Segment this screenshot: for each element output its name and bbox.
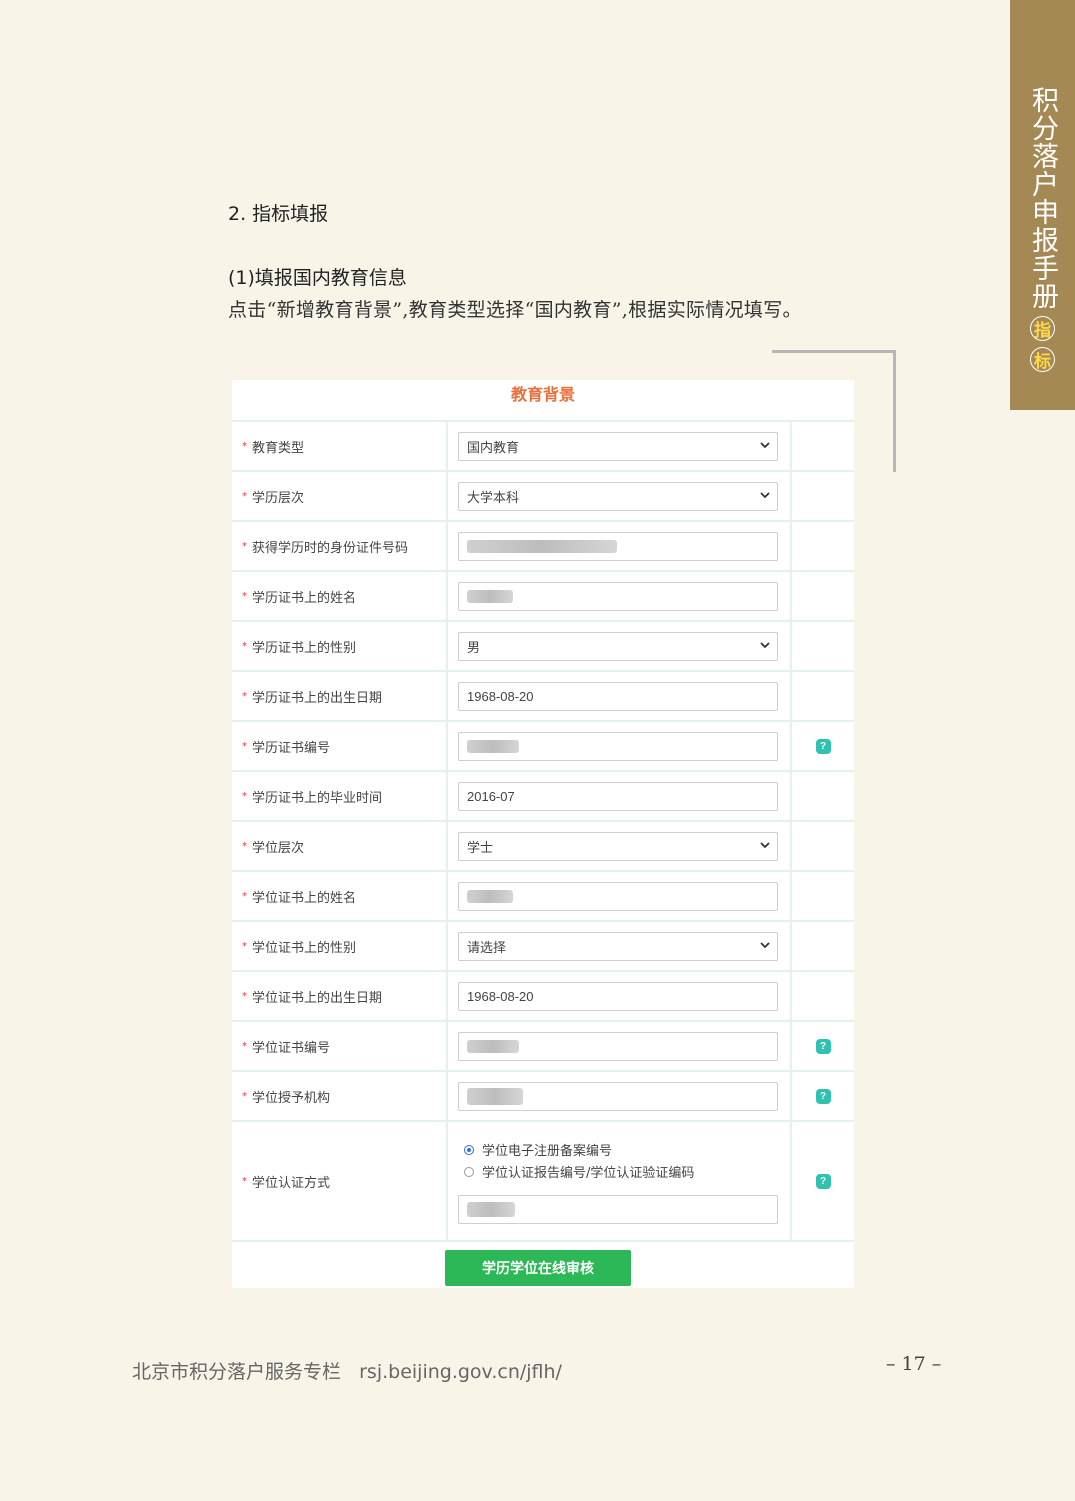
field-label: 学位证书上的出生日期 xyxy=(252,990,383,1006)
chevron-down-icon xyxy=(760,491,770,498)
field-label: 学位证书编号 xyxy=(252,1040,331,1056)
required-mark: * xyxy=(242,890,247,902)
redacted-value xyxy=(467,589,513,603)
badge-zhi: 指 xyxy=(1030,316,1055,341)
row-degree-birthdate: * 学位证书上的出生日期 1968-08-20 xyxy=(232,972,854,1022)
required-mark: * xyxy=(242,490,247,502)
decorative-line xyxy=(893,350,896,472)
field-label: 学位认证方式 xyxy=(252,1175,331,1191)
field-label: 学位证书上的性别 xyxy=(252,940,357,956)
field-label: 学历证书上的出生日期 xyxy=(252,690,383,706)
field-label: 学历证书上的姓名 xyxy=(252,590,357,606)
id-number-input[interactable] xyxy=(458,531,778,561)
subsection-heading: (1)填报国内教育信息 xyxy=(228,267,407,289)
cert-number-input[interactable] xyxy=(458,1194,778,1224)
graduation-date-input[interactable]: 2016-07 xyxy=(458,781,778,811)
radio-unselected-icon xyxy=(464,1166,474,1177)
row-diploma-gender: * 学历证书上的性别 男 xyxy=(232,622,854,672)
required-mark: * xyxy=(242,940,247,952)
field-label: 学位授予机构 xyxy=(252,1090,331,1106)
row-education-type: * 教育类型 国内教育 xyxy=(232,422,854,472)
chevron-down-icon xyxy=(760,841,770,848)
field-label: 学位证书上的姓名 xyxy=(252,890,357,906)
degree-name-input[interactable] xyxy=(458,881,778,911)
required-mark: * xyxy=(242,690,247,702)
field-label: 获得学历时的身份证件号码 xyxy=(252,540,409,556)
row-degree-number: * 学位证书编号 ? xyxy=(232,1022,854,1072)
required-mark: * xyxy=(242,640,247,652)
radio-electronic-registration[interactable]: 学位电子注册备案编号 xyxy=(458,1139,790,1161)
required-mark: * xyxy=(242,990,247,1002)
decorative-line xyxy=(772,350,896,353)
online-verify-button[interactable]: 学历学位在线审核 xyxy=(445,1250,631,1286)
diploma-name-input[interactable] xyxy=(458,581,778,611)
help-icon[interactable]: ? xyxy=(815,1173,831,1189)
row-graduation-date: * 学历证书上的毕业时间 2016-07 xyxy=(232,772,854,822)
footer-text: 北京市积分落户服务专栏 rsj.beijing.gov.cn/jflh/ xyxy=(132,1361,562,1383)
diploma-number-input[interactable] xyxy=(458,731,778,761)
form-title: 教育背景 xyxy=(232,380,854,422)
row-cert-method: * 学位认证方式 学位电子注册备案编号 学位认证报告编号/学位认证验证编码 ? xyxy=(232,1122,854,1242)
row-diploma-name: * 学历证书上的姓名 xyxy=(232,572,854,622)
redacted-value xyxy=(467,539,617,553)
required-mark: * xyxy=(242,590,247,602)
field-label: 学位层次 xyxy=(252,840,305,856)
redacted-value xyxy=(467,1039,519,1053)
help-icon[interactable]: ? xyxy=(815,1038,831,1054)
required-mark: * xyxy=(242,1175,247,1187)
required-mark: * xyxy=(242,740,247,752)
diploma-birthdate-input[interactable]: 1968-08-20 xyxy=(458,681,778,711)
redacted-value xyxy=(467,1087,523,1105)
degree-gender-select[interactable]: 请选择 xyxy=(458,931,778,961)
diploma-gender-select[interactable]: 男 xyxy=(458,631,778,661)
required-mark: * xyxy=(242,790,247,802)
chevron-down-icon xyxy=(760,441,770,448)
required-mark: * xyxy=(242,540,247,552)
help-icon[interactable]: ? xyxy=(815,1088,831,1104)
required-mark: * xyxy=(242,1090,247,1102)
handbook-title: 积分落户申报手册 xyxy=(1027,86,1058,310)
side-tab: 积分落户申报手册 指 标 xyxy=(1010,0,1075,410)
field-label: 学历证书上的毕业时间 xyxy=(252,790,383,806)
description: 点击“新增教育背景”,教育类型选择“国内教育”,根据实际情况填写。 xyxy=(228,299,802,321)
chevron-down-icon xyxy=(760,941,770,948)
redacted-value xyxy=(467,1201,515,1217)
radio-selected-icon xyxy=(464,1144,474,1155)
required-mark: * xyxy=(242,440,247,452)
redacted-value xyxy=(467,739,519,753)
field-label: 学历层次 xyxy=(252,490,305,506)
row-degree-type: * 学位层次 学士 xyxy=(232,822,854,872)
field-label: 学历证书上的性别 xyxy=(252,640,357,656)
degree-number-input[interactable] xyxy=(458,1031,778,1061)
required-mark: * xyxy=(242,1040,247,1052)
row-degree-name: * 学位证书上的姓名 xyxy=(232,872,854,922)
chevron-down-icon xyxy=(760,641,770,648)
badge-biao: 标 xyxy=(1030,347,1055,372)
field-label: 学历证书编号 xyxy=(252,740,331,756)
row-degree-level: * 学历层次 大学本科 xyxy=(232,472,854,522)
section-heading: 2. 指标填报 xyxy=(228,203,329,225)
degree-level-select[interactable]: 学士 xyxy=(458,831,778,861)
degree-institution-input[interactable] xyxy=(458,1081,778,1111)
education-form: 教育背景 * 教育类型 国内教育 * 学历层次 大学本科 * 获得学历时的身份证件号码… xyxy=(232,380,854,1288)
radio-certification-report[interactable]: 学位认证报告编号/学位认证验证编码 xyxy=(458,1161,790,1183)
required-mark: * xyxy=(242,840,247,852)
field-label: 教育类型 xyxy=(252,440,305,456)
row-id-number: * 获得学历时的身份证件号码 xyxy=(232,522,854,572)
page-number: – 17 – xyxy=(886,1353,942,1375)
redacted-value xyxy=(467,889,513,903)
row-degree-gender: * 学位证书上的性别 请选择 xyxy=(232,922,854,972)
row-degree-institution: * 学位授予机构 ? xyxy=(232,1072,854,1122)
academic-level-select[interactable]: 大学本科 xyxy=(458,481,778,511)
row-diploma-number: * 学历证书编号 ? xyxy=(232,722,854,772)
row-diploma-birthdate: * 学历证书上的出生日期 1968-08-20 xyxy=(232,672,854,722)
help-icon[interactable]: ? xyxy=(815,738,831,754)
degree-birthdate-input[interactable]: 1968-08-20 xyxy=(458,981,778,1011)
education-type-select[interactable]: 国内教育 xyxy=(458,431,778,461)
